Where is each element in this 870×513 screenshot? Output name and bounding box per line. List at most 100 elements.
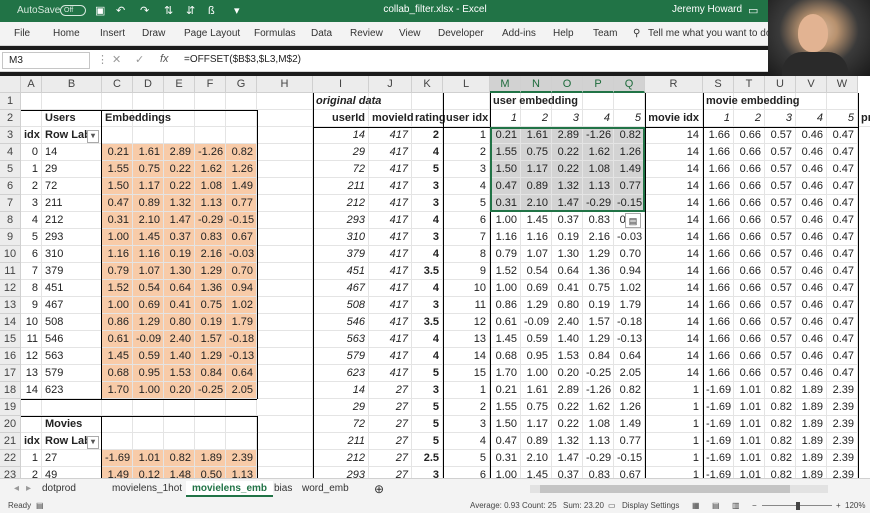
user-embedding-value[interactable]: 0.54 xyxy=(133,280,164,297)
movie-embedding-lookup[interactable]: 0.82 xyxy=(765,467,796,478)
user-embedding-value[interactable]: -0.18 xyxy=(226,331,257,348)
user-embedding-lookup[interactable]: 0.86 xyxy=(490,297,521,314)
user-id[interactable]: 579 xyxy=(42,365,102,382)
display-settings-icon[interactable]: ▭ xyxy=(608,501,616,510)
movie-embedding-lookup[interactable]: 1.01 xyxy=(734,450,765,467)
cell-v1[interactable] xyxy=(796,93,827,110)
menu-team[interactable]: Team xyxy=(593,28,617,39)
movie-dim-header[interactable]: 5 xyxy=(827,110,858,127)
user-embedding-value[interactable]: 1.16 xyxy=(102,246,133,263)
movie-id-value[interactable]: 417 xyxy=(369,348,412,365)
user-embedding-lookup[interactable]: -1.26 xyxy=(583,382,614,399)
user-embedding-value[interactable]: 0.70 xyxy=(226,263,257,280)
row-header-9[interactable]: 9 xyxy=(0,229,21,246)
movie-embedding-lookup[interactable]: 0.57 xyxy=(765,144,796,161)
row-header-19[interactable]: 19 xyxy=(0,399,21,416)
movie-idx[interactable]: 2 xyxy=(21,467,42,478)
sort-icon[interactable]: ⇅ xyxy=(164,3,173,19)
user-embedding-value[interactable]: 1.30 xyxy=(164,263,195,280)
movie-idx-value[interactable]: 1 xyxy=(645,450,703,467)
movie-embedding-lookup[interactable]: 2.39 xyxy=(827,433,858,450)
horizontal-scrollbar[interactable] xyxy=(530,485,828,493)
user-idx-header[interactable]: user idx xyxy=(443,110,490,127)
movie-embedding-lookup[interactable]: 0.47 xyxy=(827,314,858,331)
user-embedding-value[interactable]: 2.89 xyxy=(164,144,195,161)
cell-c1[interactable] xyxy=(102,93,133,110)
movie-embedding-lookup[interactable]: 0.57 xyxy=(765,229,796,246)
movie-embedding-lookup[interactable]: 2.39 xyxy=(827,399,858,416)
user-embedding-value[interactable]: 1.29 xyxy=(195,348,226,365)
movie-embedding-lookup[interactable]: 0.82 xyxy=(765,416,796,433)
cell-e3[interactable] xyxy=(164,127,195,144)
user-idx-value[interactable]: 12 xyxy=(443,314,490,331)
cell-g1[interactable] xyxy=(226,93,257,110)
menu-add-ins[interactable]: Add-ins xyxy=(502,28,536,39)
user-embedding-value[interactable]: 1.00 xyxy=(102,229,133,246)
enter-icon[interactable]: ✓ xyxy=(135,53,144,66)
movie-embedding-lookup[interactable]: 1.01 xyxy=(734,382,765,399)
user-embedding-value[interactable]: -1.26 xyxy=(195,144,226,161)
user-embedding-lookup[interactable]: -0.03 xyxy=(614,229,645,246)
row-header-7[interactable]: 7 xyxy=(0,195,21,212)
user-idx-value[interactable]: 2 xyxy=(443,399,490,416)
user-embedding-value[interactable]: 0.77 xyxy=(226,195,257,212)
user-embedding-lookup[interactable]: 1.32 xyxy=(552,433,583,450)
user-idx[interactable]: 4 xyxy=(21,212,42,229)
user-embedding-value[interactable]: 0.68 xyxy=(102,365,133,382)
movie-id-value[interactable]: 27 xyxy=(369,399,412,416)
user-embedding-value[interactable]: -0.29 xyxy=(195,212,226,229)
movie-embedding-lookup[interactable]: 1.66 xyxy=(703,127,734,144)
user-idx[interactable]: 13 xyxy=(21,365,42,382)
user-embedding-lookup[interactable]: 1.00 xyxy=(490,212,521,229)
cell-h4[interactable] xyxy=(257,144,313,161)
user-embedding-value[interactable]: 0.86 xyxy=(102,314,133,331)
cell-h20[interactable] xyxy=(257,416,313,433)
movie-idx-value[interactable]: 14 xyxy=(645,144,703,161)
user-embedding-lookup[interactable]: 2.40 xyxy=(552,314,583,331)
user-embedding-lookup[interactable]: 0.22 xyxy=(552,399,583,416)
user-id-value[interactable]: 72 xyxy=(313,416,369,433)
user-embedding-value[interactable]: 0.79 xyxy=(102,263,133,280)
column-header-c[interactable]: C xyxy=(102,76,133,93)
user-embedding-lookup[interactable]: 0.95 xyxy=(521,348,552,365)
user-embedding-value[interactable]: 1.02 xyxy=(226,297,257,314)
user-embedding-lookup[interactable]: 0.83 xyxy=(583,212,614,229)
row-header-6[interactable]: 6 xyxy=(0,178,21,195)
cell-h17[interactable] xyxy=(257,365,313,382)
rating-value[interactable]: 5 xyxy=(412,416,443,433)
user-embedding-lookup[interactable]: 1.61 xyxy=(521,382,552,399)
movie-id-value[interactable]: 417 xyxy=(369,212,412,229)
cell-w1[interactable] xyxy=(827,93,858,110)
movie-id-value[interactable]: 417 xyxy=(369,331,412,348)
cell-h14[interactable] xyxy=(257,314,313,331)
user-embedding-value[interactable]: 1.16 xyxy=(133,246,164,263)
movie-id-value[interactable]: 417 xyxy=(369,144,412,161)
rating-value[interactable]: 5 xyxy=(412,433,443,450)
user-embedding-lookup[interactable]: 1.45 xyxy=(521,467,552,478)
movie-embedding-lookup[interactable]: 0.57 xyxy=(765,263,796,280)
column-header-w[interactable]: W xyxy=(827,76,858,93)
cell-c20[interactable] xyxy=(102,416,133,433)
column-header-l[interactable]: L xyxy=(443,76,490,93)
movie-embedding-lookup[interactable]: 0.57 xyxy=(765,365,796,382)
movie-id-value[interactable]: 417 xyxy=(369,280,412,297)
user-embedding-value[interactable]: -0.09 xyxy=(133,331,164,348)
movie-idx-value[interactable]: 14 xyxy=(645,229,703,246)
user-embedding-lookup[interactable]: 0.64 xyxy=(614,348,645,365)
row-header-13[interactable]: 13 xyxy=(0,297,21,314)
rating-value[interactable]: 3 xyxy=(412,467,443,478)
user-embedding-lookup[interactable]: 0.19 xyxy=(583,297,614,314)
cell-a19[interactable] xyxy=(21,399,42,416)
user-embedding-value[interactable]: 0.61 xyxy=(102,331,133,348)
user-embedding-lookup[interactable]: 1.45 xyxy=(490,331,521,348)
user-embedding-value[interactable]: 0.69 xyxy=(133,297,164,314)
cell-b19[interactable] xyxy=(42,399,102,416)
movie-embedding-lookup[interactable]: 1.66 xyxy=(703,195,734,212)
user-id[interactable]: 72 xyxy=(42,178,102,195)
user-embedding-lookup[interactable]: 0.19 xyxy=(552,229,583,246)
rating-value[interactable]: 4 xyxy=(412,331,443,348)
user-embedding-lookup[interactable]: 0.67 xyxy=(614,467,645,478)
cell-g3[interactable] xyxy=(226,127,257,144)
user-idx-value[interactable]: 4 xyxy=(443,178,490,195)
movie-embedding-lookup[interactable]: 0.66 xyxy=(734,195,765,212)
